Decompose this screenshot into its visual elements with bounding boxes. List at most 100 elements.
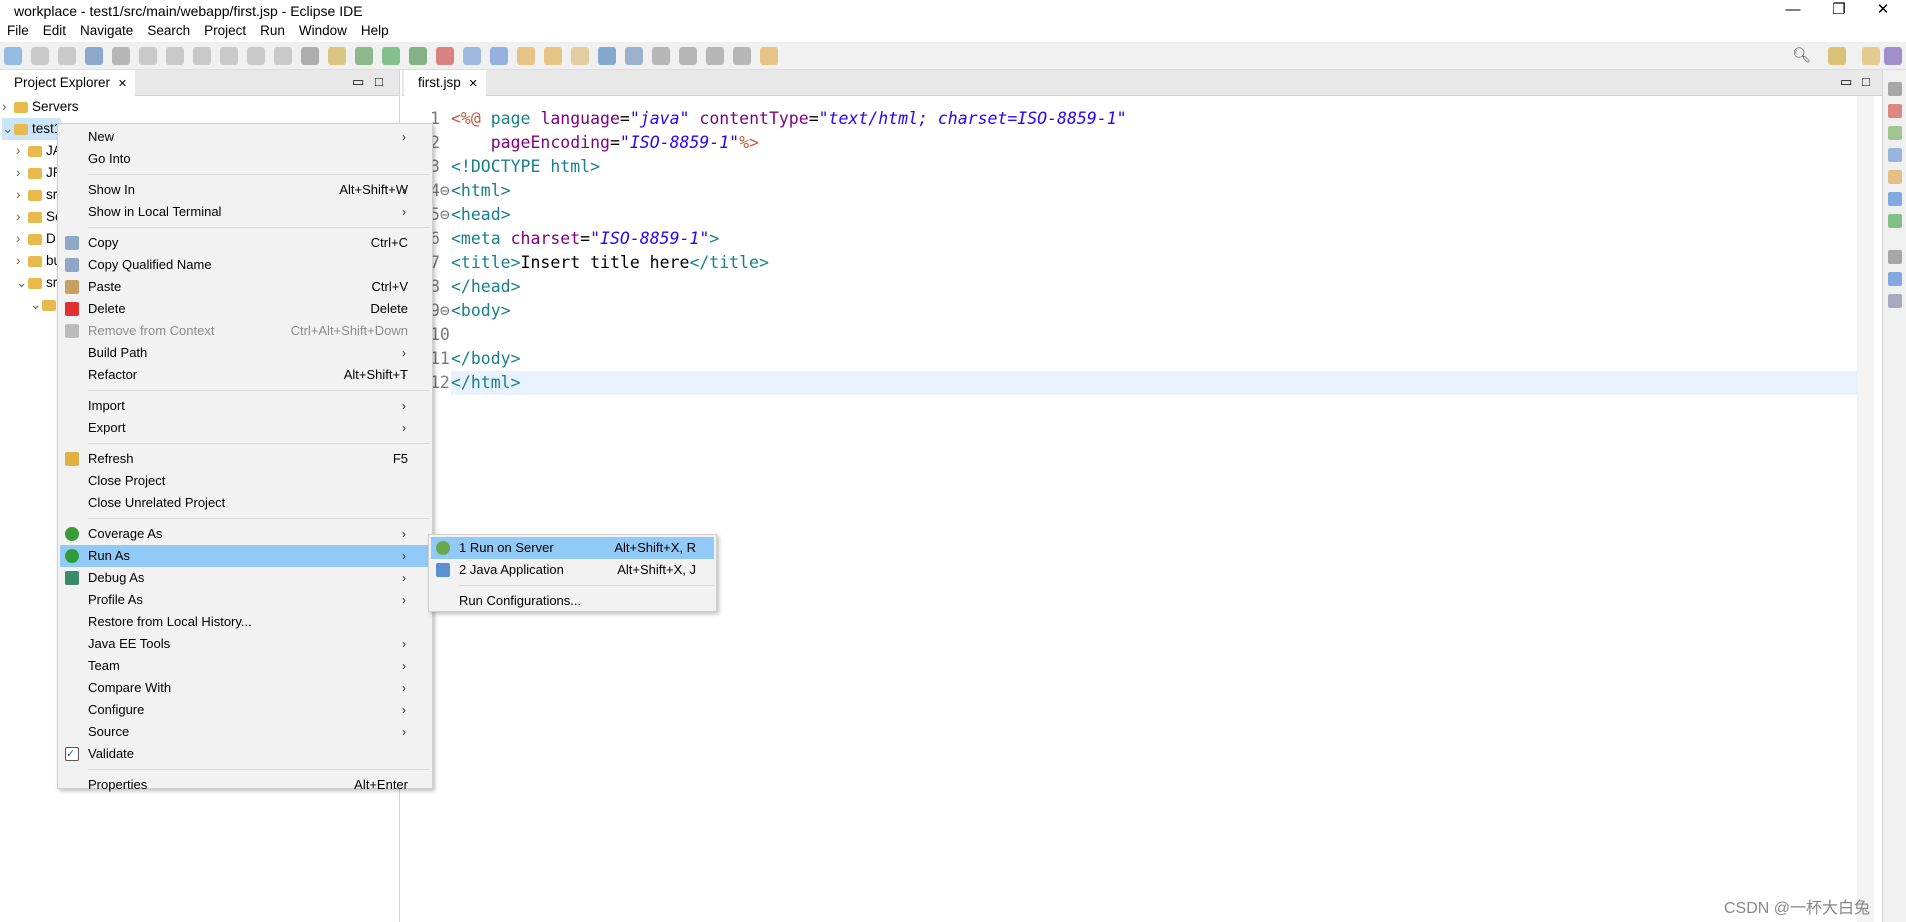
menu-item-close-project[interactable]: Close Project bbox=[60, 470, 430, 492]
menu-item-go-into[interactable]: Go Into bbox=[60, 148, 430, 170]
tree-item[interactable]: ⌄ test1 bbox=[2, 118, 62, 140]
menu-item-debug-as[interactable]: Debug As › bbox=[60, 567, 430, 589]
menu-item-source[interactable]: Source › bbox=[60, 721, 430, 743]
toolbar-icon[interactable] bbox=[733, 47, 751, 65]
code-line[interactable]: 6 <meta charset="ISO-8859-1"> bbox=[402, 227, 1857, 251]
search-icon[interactable]: 🔍︎ bbox=[1792, 46, 1811, 64]
toolbar-icon[interactable] bbox=[247, 47, 265, 65]
toolbar-icon[interactable] bbox=[706, 47, 724, 65]
menu-item-coverage-as[interactable]: Coverage As › bbox=[60, 523, 430, 545]
toolbar-icon[interactable] bbox=[409, 47, 427, 65]
toolbar-icon[interactable] bbox=[571, 47, 589, 65]
minimize-editor-icon[interactable]: ▭ bbox=[1840, 74, 1852, 90]
maximize-view-icon[interactable]: □ bbox=[375, 74, 383, 89]
menu-item-run-configurations[interactable]: Run Configurations... bbox=[431, 590, 714, 612]
toolbar-icon[interactable] bbox=[274, 47, 292, 65]
toolbar-icon[interactable] bbox=[355, 47, 373, 65]
trim-view-icon[interactable] bbox=[1888, 148, 1902, 162]
toolbar-icon[interactable] bbox=[301, 47, 319, 65]
menu-item-delete[interactable]: Delete Delete bbox=[60, 298, 430, 320]
chevron-icon[interactable]: › bbox=[16, 206, 28, 228]
toolbar-icon[interactable] bbox=[490, 47, 508, 65]
toolbar-icon[interactable] bbox=[652, 47, 670, 65]
toolbar-icon[interactable] bbox=[139, 47, 157, 65]
tree-item[interactable]: › JR bbox=[16, 162, 63, 184]
open-perspective-icon[interactable] bbox=[1828, 47, 1846, 65]
java-perspective-icon[interactable] bbox=[1884, 47, 1902, 65]
menu-run[interactable]: Run bbox=[253, 20, 292, 42]
tree-item[interactable]: ⌄ sr bbox=[16, 272, 57, 294]
code-line[interactable]: 8 </head> bbox=[402, 275, 1857, 299]
menu-file[interactable]: File bbox=[0, 20, 36, 42]
tab-first-jsp[interactable]: first.jsp ✕ bbox=[404, 70, 486, 96]
menu-item-show-in-local-terminal[interactable]: Show in Local Terminal › bbox=[60, 201, 430, 223]
menu-item-java-ee-tools[interactable]: Java EE Tools › bbox=[60, 633, 430, 655]
vertical-scrollbar[interactable] bbox=[1857, 96, 1874, 922]
chevron-icon[interactable]: ⌄ bbox=[2, 118, 14, 140]
code-line[interactable]: 3 <!DOCTYPE html> bbox=[402, 155, 1857, 179]
toolbar-icon[interactable] bbox=[625, 47, 643, 65]
toolbar-icon[interactable] bbox=[463, 47, 481, 65]
trim-view-icon[interactable] bbox=[1888, 250, 1902, 264]
code-line[interactable]: 4⊖ <html> bbox=[402, 179, 1857, 203]
menu-item-copy[interactable]: Copy Ctrl+C bbox=[60, 232, 430, 254]
menu-item-restore-from-local-history[interactable]: Restore from Local History... bbox=[60, 611, 430, 633]
tree-item[interactable]: › D bbox=[16, 228, 56, 250]
toolbar-icon[interactable] bbox=[31, 47, 49, 65]
menu-item-2-java-application[interactable]: 2 Java Application Alt+Shift+X, J bbox=[431, 559, 714, 581]
menu-project[interactable]: Project bbox=[197, 20, 253, 42]
trim-view-icon[interactable] bbox=[1888, 214, 1902, 228]
menu-item-import[interactable]: Import › bbox=[60, 395, 430, 417]
close-tab-icon[interactable]: ✕ bbox=[469, 78, 478, 90]
tree-item[interactable]: › Se bbox=[16, 206, 63, 228]
trim-view-icon[interactable] bbox=[1888, 272, 1902, 286]
toolbar-icon[interactable] bbox=[166, 47, 184, 65]
menu-item-copy-qualified-name[interactable]: Copy Qualified Name bbox=[60, 254, 430, 276]
chevron-icon[interactable]: › bbox=[16, 228, 28, 250]
menu-edit[interactable]: Edit bbox=[36, 20, 73, 42]
java-ee-perspective-icon[interactable] bbox=[1862, 47, 1880, 65]
toolbar-icon[interactable] bbox=[112, 47, 130, 65]
trim-view-icon[interactable] bbox=[1888, 170, 1902, 184]
chevron-icon[interactable]: › bbox=[2, 96, 14, 118]
toolbar-icon[interactable] bbox=[517, 47, 535, 65]
menu-item-run-as[interactable]: Run As › bbox=[60, 545, 430, 567]
toolbar-icon[interactable] bbox=[328, 47, 346, 65]
chevron-icon[interactable]: › bbox=[16, 250, 28, 272]
menu-item-build-path[interactable]: Build Path › bbox=[60, 342, 430, 364]
menu-item-1-run-on-server[interactable]: 1 Run on Server Alt+Shift+X, R bbox=[431, 537, 714, 559]
toolbar-icon[interactable] bbox=[598, 47, 616, 65]
toolbar-icon[interactable] bbox=[679, 47, 697, 65]
code-line[interactable]: 2 pageEncoding="ISO-8859-1"%> bbox=[402, 131, 1857, 155]
menu-item-export[interactable]: Export › bbox=[60, 417, 430, 439]
code-line[interactable]: 1 <%@ page language="java" contentType="t… bbox=[402, 107, 1857, 131]
code-line[interactable]: 12 </html> bbox=[430, 371, 1857, 395]
toolbar-icon[interactable] bbox=[58, 47, 76, 65]
toolbar-icon[interactable] bbox=[760, 47, 778, 65]
menu-search[interactable]: Search bbox=[140, 20, 197, 42]
trim-view-icon[interactable] bbox=[1888, 104, 1902, 118]
code-line[interactable]: 11 </body> bbox=[402, 347, 1857, 371]
menu-item-configure[interactable]: Configure › bbox=[60, 699, 430, 721]
chevron-icon[interactable]: › bbox=[16, 184, 28, 206]
menu-item-properties[interactable]: Properties Alt+Enter bbox=[60, 774, 430, 796]
code-line[interactable]: 9⊖ <body> bbox=[402, 299, 1857, 323]
code-line[interactable]: 10 bbox=[402, 323, 1857, 347]
code-line[interactable]: 5⊖ <head> bbox=[402, 203, 1857, 227]
tab-project-explorer[interactable]: Project Explorer ✕ bbox=[0, 70, 136, 96]
chevron-icon[interactable]: › bbox=[16, 162, 28, 184]
menu-item-new[interactable]: New › bbox=[60, 126, 430, 148]
tree-item[interactable]: ⌄ bbox=[30, 294, 60, 316]
toolbar-icon[interactable] bbox=[544, 47, 562, 65]
menu-item-profile-as[interactable]: Profile As › bbox=[60, 589, 430, 611]
chevron-icon[interactable]: ⌄ bbox=[30, 294, 42, 316]
menu-item-compare-with[interactable]: Compare With › bbox=[60, 677, 430, 699]
menu-item-refresh[interactable]: Refresh F5 bbox=[60, 448, 430, 470]
menu-item-paste[interactable]: Paste Ctrl+V bbox=[60, 276, 430, 298]
menu-item-close-unrelated-project[interactable]: Close Unrelated Project bbox=[60, 492, 430, 514]
trim-view-icon[interactable] bbox=[1888, 192, 1902, 206]
toolbar-icon[interactable] bbox=[436, 47, 454, 65]
menu-help[interactable]: Help bbox=[354, 20, 396, 42]
tree-item[interactable]: › JA bbox=[16, 140, 62, 162]
maximize-editor-icon[interactable]: □ bbox=[1862, 74, 1870, 89]
